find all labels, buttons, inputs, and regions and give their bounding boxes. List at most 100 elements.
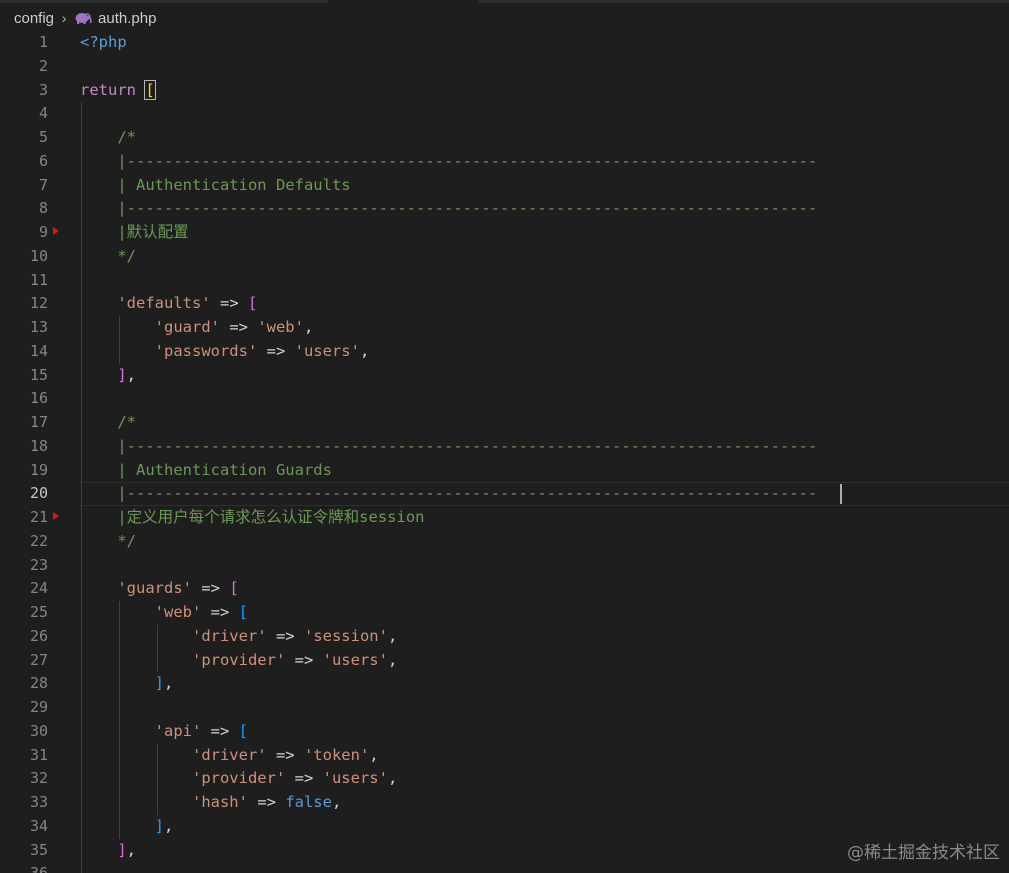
code-text[interactable]: 'api' => [ bbox=[80, 720, 248, 744]
code-text[interactable]: */ bbox=[80, 530, 136, 554]
code-line[interactable]: 24 'guards' => [ bbox=[0, 577, 1009, 601]
code-line[interactable]: 28 ], bbox=[0, 672, 1009, 696]
code-token: , bbox=[164, 816, 174, 835]
code-line[interactable]: 1 <?php bbox=[0, 31, 1009, 55]
code-text[interactable]: |定义用户每个请求怎么认证令牌和session bbox=[80, 506, 424, 530]
code-line[interactable]: 27 'provider' => 'users', bbox=[0, 648, 1009, 673]
code-token: , bbox=[303, 318, 314, 336]
code-text[interactable]: |---------------------------------------… bbox=[80, 197, 817, 221]
line-number: 10 bbox=[29, 246, 48, 265]
code-text[interactable]: | Authentication Defaults bbox=[80, 174, 351, 198]
code-line[interactable]: 21 |定义用户每个请求怎么认证令牌和session bbox=[0, 506, 1009, 530]
code-text[interactable]: 'passwords' => 'users', bbox=[80, 340, 370, 364]
code-text[interactable]: 'defaults' => [ bbox=[80, 292, 257, 316]
code-token: 'users' bbox=[322, 769, 388, 788]
code-line[interactable]: 36 bbox=[0, 862, 1009, 873]
line-number: 31 bbox=[29, 745, 48, 764]
code-token: | Authentication Guards bbox=[80, 460, 332, 479]
line-number: 8 bbox=[38, 199, 48, 218]
code-token: /* bbox=[80, 413, 136, 431]
code-text[interactable]: |---------------------------------------… bbox=[80, 435, 817, 459]
error-marker-icon[interactable] bbox=[53, 227, 59, 235]
code-line[interactable]: 23 bbox=[0, 553, 1009, 578]
code-line[interactable]: 10 */ bbox=[0, 244, 1009, 269]
line-number: 33 bbox=[29, 793, 48, 811]
code-line[interactable]: 33 'hash' => false, bbox=[0, 791, 1009, 815]
code-token: false bbox=[285, 793, 332, 811]
line-number: 23 bbox=[29, 555, 48, 574]
code-text[interactable]: |---------------------------------------… bbox=[80, 150, 817, 174]
code-line[interactable]: 20 |------------------------------------… bbox=[0, 482, 1009, 506]
code-line[interactable]: 14 'passwords' => 'users', bbox=[0, 339, 1009, 364]
code-line[interactable]: 3 return [ bbox=[0, 79, 1009, 103]
chevron-right-icon: › bbox=[61, 10, 67, 26]
code-text[interactable]: ], bbox=[80, 672, 174, 696]
code-token: [ bbox=[229, 579, 239, 598]
code-line[interactable]: 5 /* bbox=[0, 126, 1009, 150]
breadcrumb-folder[interactable]: config bbox=[14, 10, 54, 27]
code-line[interactable]: 2 bbox=[0, 55, 1009, 79]
code-line[interactable]: 29 bbox=[0, 696, 1009, 720]
code-text[interactable]: 'guard' => 'web', bbox=[80, 316, 314, 340]
code-token: , bbox=[387, 769, 398, 788]
code-text[interactable]: /* bbox=[80, 411, 136, 435]
code-editor[interactable]: config › auth.php 1 <?php 2 3 return [4 5 /* 6… bbox=[0, 0, 1009, 873]
code-text[interactable]: <?php bbox=[80, 31, 127, 55]
line-number: 35 bbox=[29, 840, 48, 859]
code-line[interactable]: 8 |-------------------------------------… bbox=[0, 197, 1009, 221]
code-line[interactable]: 34 ], bbox=[0, 814, 1009, 839]
code-text[interactable]: |默认配置 bbox=[80, 221, 188, 245]
code-text[interactable]: ], bbox=[80, 815, 174, 839]
line-number: 19 bbox=[29, 460, 48, 479]
code-text[interactable]: 'guards' => [ bbox=[80, 577, 239, 601]
code-line[interactable]: 9 |默认配置 bbox=[0, 221, 1009, 245]
code-line[interactable]: 30 'api' => [ bbox=[0, 719, 1009, 744]
code-text[interactable]: | Authentication Guards bbox=[80, 459, 332, 483]
code-text[interactable]: 'driver' => 'token', bbox=[80, 744, 379, 768]
code-line[interactable]: 4 bbox=[0, 102, 1009, 126]
code-line[interactable]: 19 | Authentication Guards bbox=[0, 458, 1009, 483]
line-number: 24 bbox=[29, 579, 48, 598]
code-token: 'driver' bbox=[80, 626, 267, 645]
code-line[interactable]: 6 |-------------------------------------… bbox=[0, 149, 1009, 174]
code-line[interactable]: 12 'defaults' => [ bbox=[0, 292, 1009, 316]
code-line[interactable]: 7 | Authentication Defaults bbox=[0, 173, 1009, 198]
code-text[interactable]: |---------------------------------------… bbox=[80, 482, 817, 506]
code-token: | Authentication Defaults bbox=[80, 175, 351, 194]
code-token: => bbox=[285, 650, 323, 669]
code-text[interactable]: 'web' => [ bbox=[80, 601, 248, 625]
code-line[interactable]: 11 bbox=[0, 268, 1009, 293]
code-line[interactable]: 22 */ bbox=[0, 529, 1009, 554]
code-text[interactable]: 'provider' => 'users', bbox=[80, 767, 397, 791]
code-text[interactable]: return [ bbox=[80, 79, 156, 103]
code-text[interactable]: /* bbox=[80, 126, 136, 150]
code-line[interactable]: 17 /* bbox=[0, 411, 1009, 435]
code-line[interactable]: 25 'web' => [ bbox=[0, 601, 1009, 625]
line-number: 13 bbox=[29, 318, 48, 336]
code-line[interactable]: 32 'provider' => 'users', bbox=[0, 767, 1009, 791]
code-text[interactable]: ], bbox=[80, 839, 136, 863]
error-marker-icon[interactable] bbox=[53, 512, 59, 520]
code-line[interactable]: 15 ], bbox=[0, 363, 1009, 388]
code-token: , bbox=[387, 650, 398, 669]
code-text[interactable]: 'provider' => 'users', bbox=[80, 649, 397, 673]
code-line[interactable]: 13 'guard' => 'web', bbox=[0, 316, 1009, 340]
code-token: => bbox=[210, 294, 248, 313]
code-token: */ bbox=[80, 246, 136, 265]
code-text[interactable]: 'hash' => false, bbox=[80, 791, 341, 815]
code-line[interactable]: 16 bbox=[0, 387, 1009, 411]
code-text[interactable]: */ bbox=[80, 245, 136, 269]
code-line[interactable]: 26 'driver' => 'session', bbox=[0, 624, 1009, 649]
indent-guide bbox=[81, 862, 82, 873]
code-text[interactable]: 'driver' => 'session', bbox=[80, 625, 397, 649]
breadcrumb-file[interactable]: auth.php bbox=[98, 10, 156, 27]
code-text[interactable]: ], bbox=[80, 364, 136, 388]
code-line[interactable]: 31 'driver' => 'token', bbox=[0, 743, 1009, 768]
code-token: |---------------------------------------… bbox=[80, 199, 818, 218]
line-number: 3 bbox=[38, 80, 48, 99]
indent-guide bbox=[81, 696, 82, 720]
code-area[interactable]: 1 <?php 2 3 return [4 5 /* 6 |----------------… bbox=[0, 31, 1009, 873]
code-token: , bbox=[331, 793, 342, 811]
code-token: 'session' bbox=[303, 626, 388, 645]
code-line[interactable]: 18 |------------------------------------… bbox=[0, 434, 1009, 459]
